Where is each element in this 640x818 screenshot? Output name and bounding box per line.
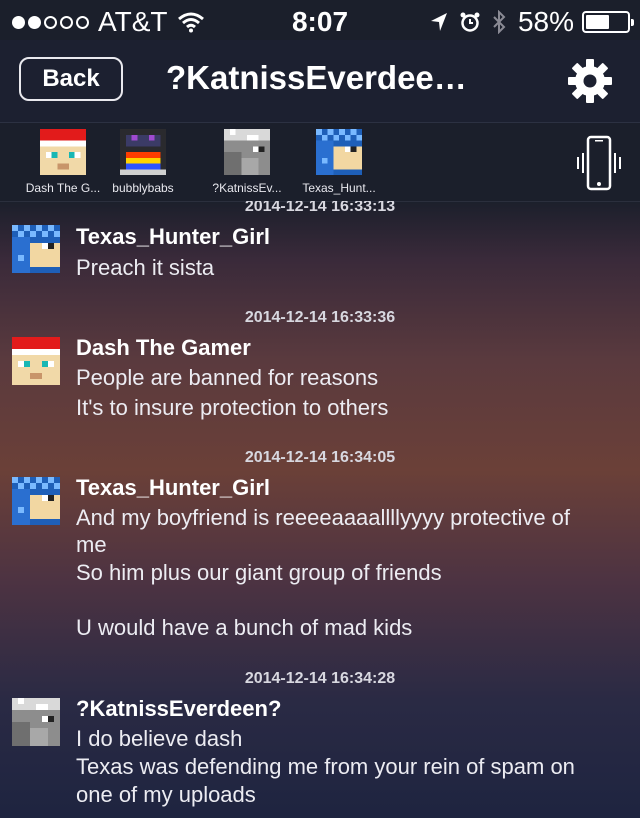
member-strip: Dash The G... bubblybabs ?KatnissEv... T…	[0, 123, 640, 202]
message-line: People are banned for reasons	[76, 365, 379, 390]
location-arrow-icon	[430, 12, 448, 32]
message-list[interactable]: 2014-12-14 16:33:13 Texas_Hunter_Girl Pr…	[0, 201, 640, 818]
status-bar: AT&T 8:07 58%	[0, 0, 640, 40]
status-right: 58%	[430, 6, 634, 38]
phone-vibrate-icon[interactable]	[574, 133, 624, 193]
message-line: Texas was defending me from your rein of…	[76, 754, 575, 779]
message-line: Preach it sista	[76, 255, 215, 280]
message-line: U would have a bunch of mad kids	[76, 615, 413, 640]
message-sender: Dash The Gamer	[76, 335, 251, 360]
message-timestamp: 2014-12-14 16:34:05	[244, 449, 396, 466]
message-timestamp: 2014-12-14 16:34:28	[244, 670, 396, 687]
member-item[interactable]: Texas_Hunt...	[294, 129, 384, 195]
message-timestamp: 2014-12-14 16:33:13	[244, 201, 396, 215]
back-button[interactable]: Back	[19, 57, 123, 101]
blue-checker-avatar[interactable]	[12, 477, 60, 525]
member-name: Texas_Hunt...	[302, 181, 376, 195]
gray-avatar[interactable]	[12, 698, 60, 746]
message-line: It's to insure protection to others	[76, 395, 389, 420]
battery-level	[586, 15, 609, 29]
message-sender: Texas_Hunter_Girl	[76, 224, 271, 249]
nav-bar: Back ?KatnissEverdeen?	[0, 40, 640, 123]
bluetooth-icon	[492, 10, 506, 34]
blue-checker-avatar[interactable]	[12, 225, 60, 273]
member-name: Dash The G...	[25, 181, 101, 195]
message-timestamp: 2014-12-14 16:33:36	[244, 309, 396, 326]
message-line: one of my uploads	[76, 782, 256, 807]
santa-avatar	[40, 129, 86, 175]
message-line: So him plus our giant group of friends	[76, 560, 442, 585]
battery-icon	[582, 11, 634, 33]
chat-title: ?KatnissEverdeen?	[166, 59, 471, 96]
rainbow-avatar	[120, 129, 166, 175]
alarm-icon	[460, 12, 480, 32]
member-name: bubblybabs	[112, 181, 174, 195]
blue-checker-avatar	[316, 129, 362, 175]
member-item[interactable]: Dash The G...	[18, 129, 108, 195]
gear-icon[interactable]	[566, 57, 614, 105]
message-line: me	[76, 532, 107, 557]
santa-avatar[interactable]	[12, 337, 60, 385]
message-sender: ?KatnissEverdeen?	[76, 696, 282, 721]
member-name: ?KatnissEv...	[212, 181, 282, 195]
member-item[interactable]: bubblybabs	[98, 129, 188, 195]
battery-percent: 58%	[517, 6, 574, 37]
message-line: I do believe dash	[76, 726, 243, 751]
member-item[interactable]: ?KatnissEv...	[202, 129, 292, 195]
message-line: And my boyfriend is reeeeaaaallllyyyy pr…	[76, 505, 571, 530]
message-sender: Texas_Hunter_Girl	[76, 475, 271, 500]
gray-avatar	[224, 129, 270, 175]
